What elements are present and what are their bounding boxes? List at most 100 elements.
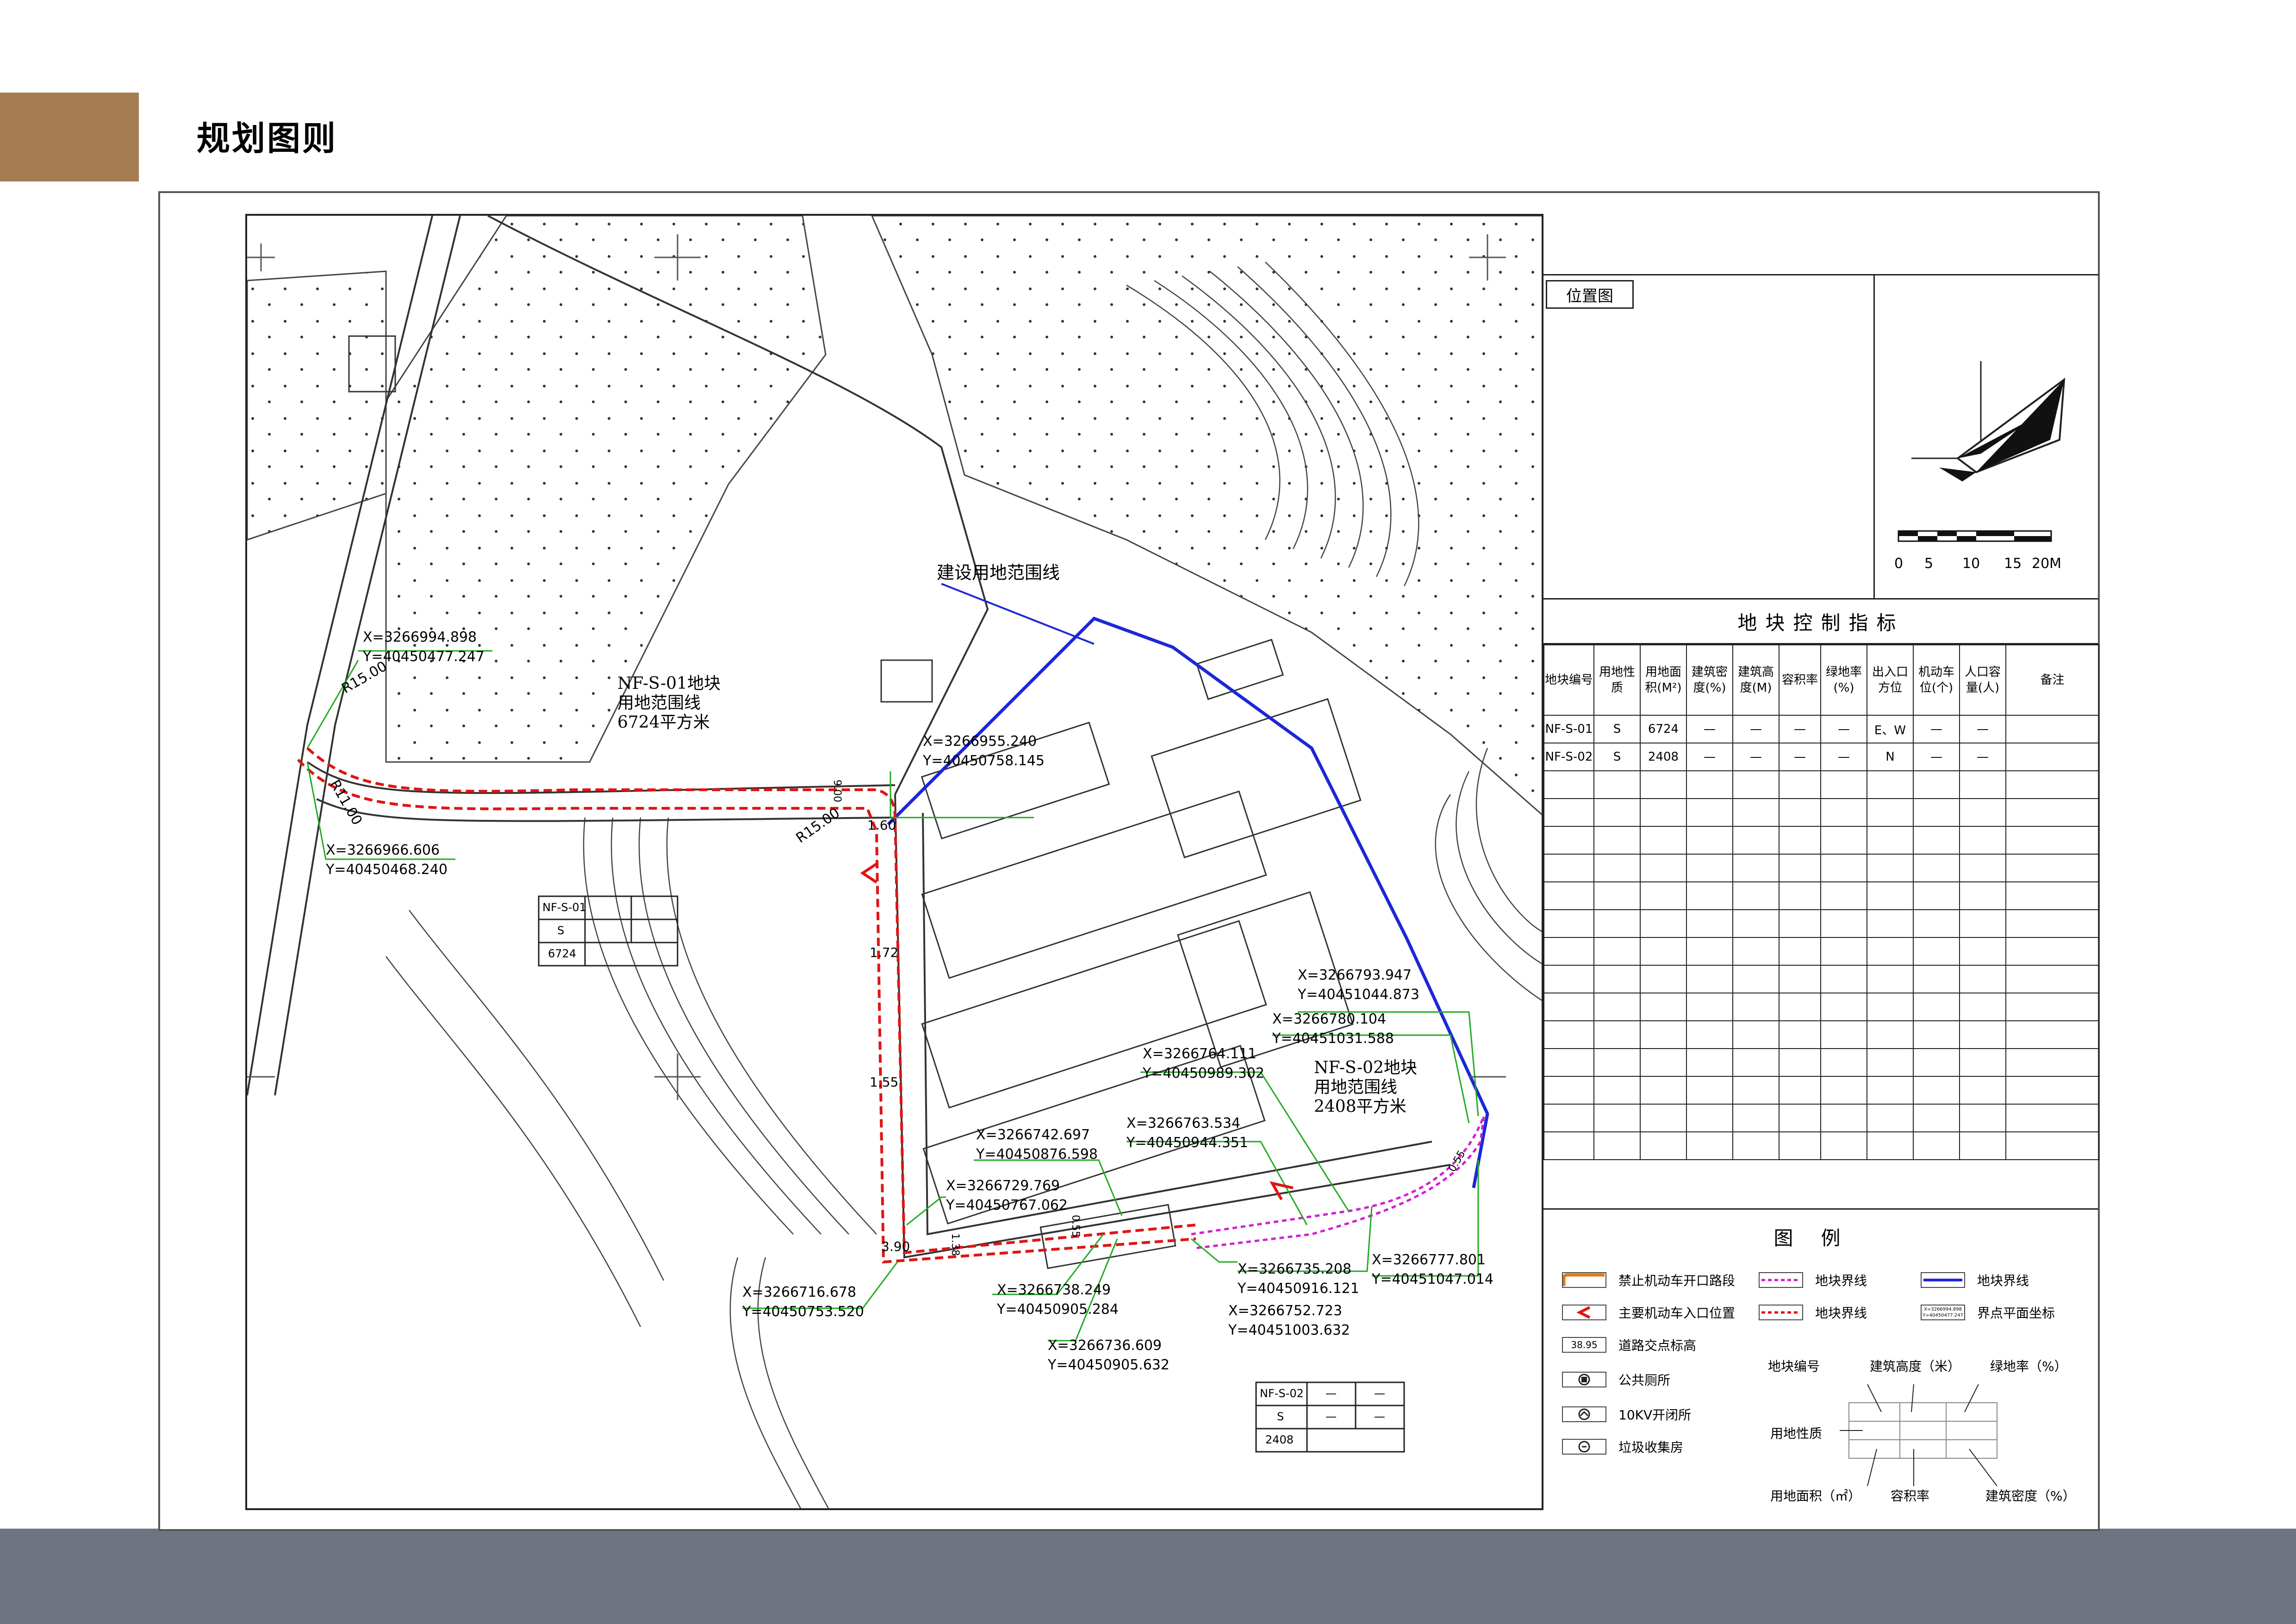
table-cell bbox=[1732, 798, 1780, 827]
legend-label: 垃圾收集房 bbox=[1618, 1440, 1684, 1455]
table-row-empty bbox=[1543, 881, 2099, 910]
coordinate-sample-x: X=3266994.898 bbox=[1923, 1307, 1962, 1312]
table-cell: — bbox=[1959, 743, 2006, 771]
table-cell bbox=[1543, 826, 1594, 855]
table-cell: — bbox=[1686, 743, 1733, 771]
table-cell bbox=[1640, 1020, 1687, 1049]
table-cell: NF-S-01 bbox=[1543, 715, 1594, 743]
table-row: NF-S-02 S 2408 — — — — N — — bbox=[1543, 743, 2099, 771]
plot1-label-line-3: 6724平方米 bbox=[617, 713, 710, 732]
table-cell bbox=[1913, 937, 1960, 966]
table-cell bbox=[2005, 1048, 2099, 1077]
table-row-empty bbox=[1543, 770, 2099, 799]
table-cell bbox=[1779, 1131, 1821, 1160]
table-cell bbox=[1913, 1048, 1960, 1077]
coord-y: Y=40451044.873 bbox=[1298, 987, 1419, 1003]
coord-x: X=3266764.111 bbox=[1143, 1046, 1257, 1062]
table-cell bbox=[1820, 1076, 1867, 1105]
table-cell bbox=[1959, 1048, 2006, 1077]
table-cell bbox=[1820, 993, 1867, 1021]
table-cell bbox=[1959, 909, 2006, 938]
table-cell: N bbox=[1867, 743, 1914, 771]
table-cell: — bbox=[1779, 743, 1821, 771]
table-cell bbox=[1867, 798, 1914, 827]
control-table: 地块编号 用地性质 用地面积(M²) 建筑密度(%) 建筑高度(M) 容积率 绿… bbox=[1543, 644, 2099, 1160]
table-cell: — bbox=[1686, 715, 1733, 743]
control-table-title: 地块控制指标 bbox=[1543, 598, 2098, 644]
table-row-empty bbox=[1543, 965, 2099, 993]
table-cell bbox=[1593, 798, 1641, 827]
table-cell bbox=[2005, 1020, 2099, 1049]
table-cell bbox=[1779, 798, 1821, 827]
entry-arrow-icon bbox=[1562, 1305, 1606, 1320]
coord-x: X=3266738.249 bbox=[997, 1282, 1111, 1298]
coord-label: X=3266777.801 Y=40451047.014 bbox=[1372, 1250, 1493, 1289]
table-cell: — bbox=[1913, 743, 1960, 771]
location-divider bbox=[1873, 274, 1875, 598]
legend-no-entry: 禁止机动车开口路段 bbox=[1562, 1271, 1735, 1289]
brand-block bbox=[0, 93, 139, 181]
width-label: 3.90 bbox=[881, 1239, 910, 1254]
coord-y: Y=40450905.284 bbox=[997, 1301, 1119, 1318]
coord-x: X=3266736.609 bbox=[1048, 1337, 1162, 1354]
table-cell bbox=[1640, 993, 1687, 1021]
table-cell: 2408 bbox=[1640, 743, 1687, 771]
table-cell bbox=[1867, 1131, 1914, 1160]
coordinate-sample-y: Y=40450477.247 bbox=[1923, 1313, 1963, 1318]
table-cell bbox=[2005, 1076, 2099, 1105]
coord-y: Y=40450758.145 bbox=[923, 753, 1045, 769]
table-cell bbox=[1867, 909, 1914, 938]
table-cell bbox=[2005, 909, 2099, 938]
table-cell bbox=[1732, 854, 1780, 882]
table-cell bbox=[1732, 770, 1780, 799]
mini-table-cell: — bbox=[1374, 1387, 1385, 1400]
mini-table-cell: — bbox=[1374, 1410, 1385, 1423]
table-cell bbox=[2005, 881, 2099, 910]
table-cell bbox=[1640, 881, 1687, 910]
table-cell bbox=[1543, 937, 1594, 966]
table-cell bbox=[2005, 1104, 2099, 1132]
red-line-icon bbox=[1759, 1305, 1803, 1320]
table-row-empty bbox=[1543, 1048, 2099, 1077]
coord-y: Y=40450876.598 bbox=[976, 1146, 1098, 1162]
table-cell bbox=[1959, 770, 2006, 799]
table-cell bbox=[1686, 965, 1733, 993]
site-plan-map[interactable]: 建设用地范围线 NF-S-01地块 用地范围线 6724平方米 NF-S-02地… bbox=[245, 214, 1543, 1510]
coord-label: X=3266763.534 Y=40450944.351 bbox=[1126, 1114, 1248, 1153]
table-cell bbox=[1732, 1104, 1780, 1132]
scale-tick: 5 bbox=[1924, 556, 1934, 572]
table-cell bbox=[1543, 1131, 1594, 1160]
table-cell bbox=[1640, 937, 1687, 966]
table-cell bbox=[1913, 1131, 1960, 1160]
table-cell bbox=[1686, 1104, 1733, 1132]
table-cell bbox=[1593, 1048, 1641, 1077]
mini-table-cell: NF-S-01 bbox=[542, 901, 586, 914]
coord-x: X=3266729.769 bbox=[946, 1178, 1060, 1194]
key-area: 用地面积（㎡） bbox=[1770, 1488, 1861, 1504]
table-cell bbox=[1779, 965, 1821, 993]
table-cell bbox=[2005, 937, 2099, 966]
table-cell bbox=[1779, 937, 1821, 966]
col-header: 机动车位(个) bbox=[1913, 644, 1960, 716]
table-cell bbox=[1732, 826, 1780, 855]
table-cell: E、W bbox=[1867, 715, 1914, 743]
table-cell bbox=[1640, 1076, 1687, 1105]
mini-table-cell: — bbox=[1325, 1410, 1337, 1423]
key-density: 建筑密度（%） bbox=[1985, 1488, 2076, 1504]
scale-labels: 0 5 10 15 20M bbox=[1893, 556, 2087, 574]
table-row-empty bbox=[1543, 1131, 2099, 1160]
table-cell bbox=[1543, 1020, 1594, 1049]
table-cell: — bbox=[1820, 743, 1867, 771]
width-label: 1.38 bbox=[949, 1233, 961, 1256]
table-cell bbox=[1959, 854, 2006, 882]
table-cell bbox=[1820, 1048, 1867, 1077]
table-cell bbox=[1820, 937, 1867, 966]
legend-label: 地块界线 bbox=[1815, 1305, 1867, 1321]
legend-main-entry: 主要机动车入口位置 bbox=[1562, 1303, 1735, 1322]
table-cell bbox=[1732, 1048, 1780, 1077]
legend-switch: 10KV开闭所 bbox=[1562, 1405, 1691, 1424]
table-cell bbox=[1593, 881, 1641, 910]
table-cell bbox=[1867, 826, 1914, 855]
coord-label: X=3266716.678 Y=40450753.520 bbox=[742, 1283, 864, 1322]
legend-plot-line-red: 地块界线 bbox=[1759, 1303, 1867, 1322]
